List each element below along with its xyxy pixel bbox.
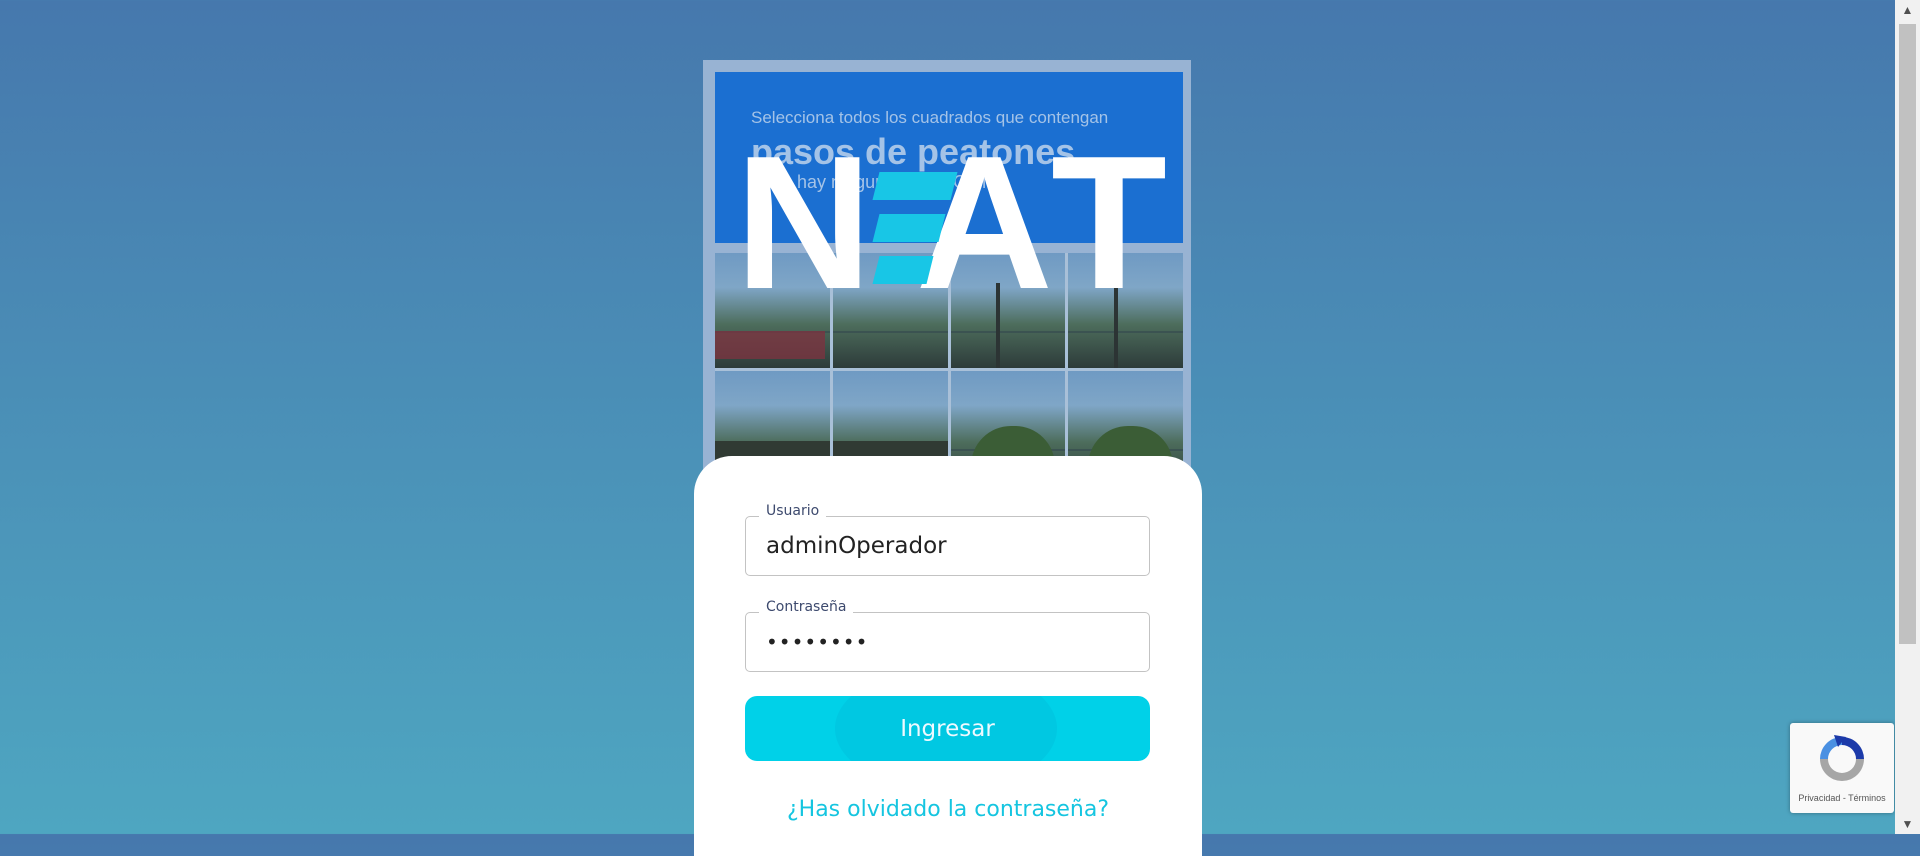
login-card: Usuario Contraseña Ingresar ¿Has olvidad… (694, 456, 1202, 856)
password-field: Contraseña (745, 599, 1151, 672)
scroll-down-arrow-icon[interactable]: ▼ (1895, 814, 1920, 834)
logo-e-mark-icon (872, 158, 958, 290)
page-scrollbar[interactable]: ▲ ▼ (1895, 0, 1920, 834)
scroll-thumb[interactable] (1899, 24, 1916, 644)
login-button-label: Ingresar (900, 715, 995, 742)
logo-letter-t: T (1050, 117, 1167, 329)
login-button[interactable]: Ingresar (745, 696, 1150, 761)
username-input[interactable] (745, 516, 1150, 576)
scroll-up-arrow-icon[interactable]: ▲ (1895, 0, 1920, 20)
forgot-password-link[interactable]: ¿Has olvidado la contraseña? (745, 797, 1151, 822)
recaptcha-badge[interactable]: Privacidad - Términos (1790, 723, 1894, 813)
recaptcha-badge-text[interactable]: Privacidad - Términos (1798, 793, 1885, 803)
neat-logo: N A T (735, 117, 1167, 329)
username-field: Usuario (745, 503, 1151, 576)
logo-letter-n: N (735, 117, 872, 329)
password-input[interactable] (745, 612, 1150, 672)
recaptcha-icon (1820, 735, 1864, 781)
